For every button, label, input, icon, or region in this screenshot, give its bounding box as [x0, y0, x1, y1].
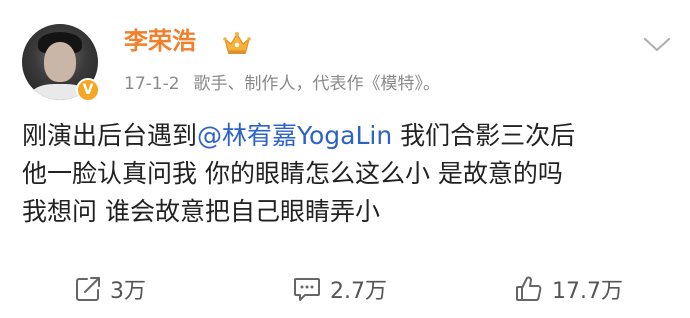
- post-content: 刚演出后台遇到@林宥嘉YogaLin 我们合影三次后 他一脸认真问我 你的眼睛怎…: [22, 117, 662, 231]
- author-description: 歌手、制作人，代表作《模特》。: [193, 74, 441, 94]
- like-count: 17.7万: [552, 279, 623, 304]
- crown-icon[interactable]: [222, 30, 252, 56]
- username[interactable]: 李荣浩: [124, 26, 196, 56]
- post-text-segment: 我们合影三次后: [392, 121, 576, 150]
- post-line-2: 他一脸认真问我 你的眼睛怎么这么小 是故意的吗: [22, 159, 563, 188]
- comment-button[interactable]: 2.7万: [292, 274, 387, 304]
- avatar-face: [44, 42, 76, 82]
- repost-icon: [76, 277, 100, 301]
- verified-v-icon: V: [76, 78, 100, 102]
- mention-link[interactable]: @林宥嘉YogaLin: [197, 121, 392, 150]
- post-line-3: 我想问 谁会故意把自己眼睛弄小: [22, 197, 380, 226]
- chevron-down-icon[interactable]: [640, 32, 674, 56]
- thumbs-up-icon: [516, 276, 542, 301]
- comment-count: 2.7万: [330, 279, 387, 304]
- action-bar: 3万 2.7万 17.7万: [0, 262, 690, 318]
- comment-icon: [294, 278, 320, 301]
- post-text-segment: 刚演出后台遇到: [22, 121, 198, 150]
- weibo-post-card: V 李荣浩 17-1-2 歌手、制作人，代表作《模特》。 刚演出后台遇到@林宥嘉Y…: [0, 0, 690, 318]
- post-line-1: 刚演出后台遇到@林宥嘉YogaLin 我们合影三次后: [22, 117, 662, 155]
- like-button[interactable]: 17.7万: [514, 274, 623, 304]
- post-time[interactable]: 17-1-2: [124, 74, 180, 94]
- repost-count: 3万: [110, 279, 146, 304]
- post-meta: 17-1-2 歌手、制作人，代表作《模特》。: [124, 72, 440, 96]
- repost-button[interactable]: 3万: [74, 274, 146, 304]
